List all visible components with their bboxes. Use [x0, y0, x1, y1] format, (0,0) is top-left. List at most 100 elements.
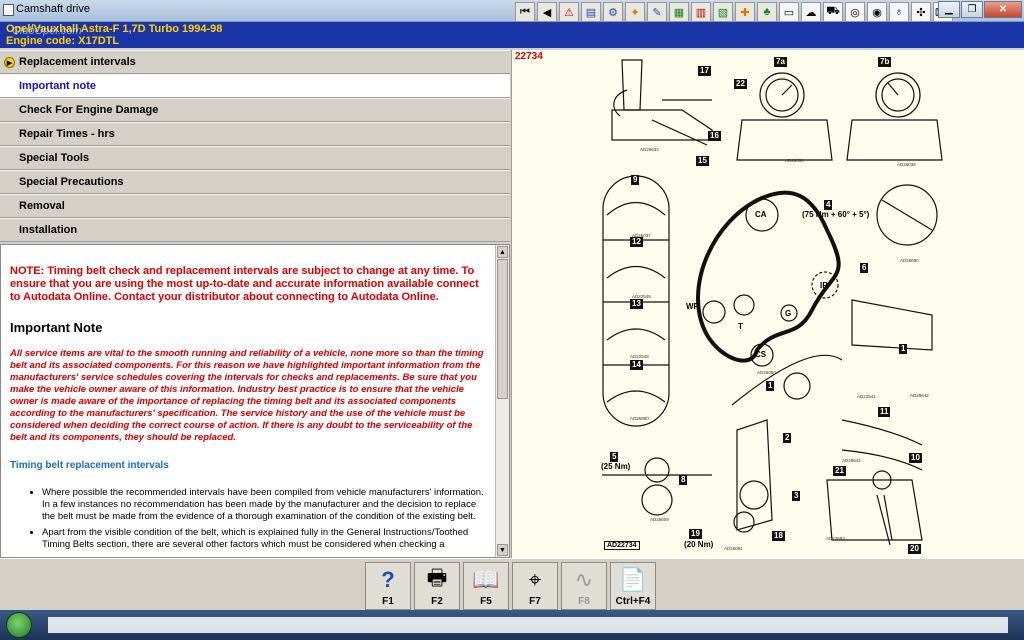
- diagram-drawing: [602, 59, 943, 546]
- callout-7a: 7a: [774, 57, 787, 67]
- callout-21: 21: [833, 466, 846, 476]
- fluid-icon[interactable]: ✎: [647, 2, 667, 22]
- nav-item-important-note[interactable]: Important note: [0, 74, 510, 98]
- drawing-code: AD26080: [757, 370, 776, 375]
- callout-1-left: 1: [766, 381, 775, 391]
- drawing-code: AD26090: [900, 258, 919, 263]
- nav-item-replacement-intervals[interactable]: ▶ Replacement intervals: [0, 50, 510, 74]
- drawing-code: AD22548: [630, 354, 649, 359]
- callout-2: 2: [783, 433, 792, 443]
- content-pane[interactable]: NOTE: Timing belt check and replacement …: [0, 244, 510, 558]
- bullet-list: Where possible the recommended intervals…: [10, 487, 490, 551]
- drawing-code: AD26880: [630, 416, 649, 421]
- nav-item-label: Important note: [19, 80, 96, 92]
- back-icon[interactable]: ◀: [537, 2, 557, 22]
- callout-13: 13: [630, 299, 643, 309]
- manual-button[interactable]: 📖 F5: [463, 562, 509, 610]
- nav-item-special-tools[interactable]: Special Tools: [0, 146, 510, 170]
- service-icon[interactable]: ▥: [691, 2, 711, 22]
- callout-4: 4: [824, 200, 833, 210]
- close-icon[interactable]: ✕: [984, 1, 1022, 18]
- nav-item-special-precautions[interactable]: Special Precautions: [0, 170, 510, 194]
- nav-item-installation[interactable]: Installation: [0, 218, 510, 242]
- chart-icon[interactable]: ▦: [669, 2, 689, 22]
- engine-icon[interactable]: ⚙: [603, 2, 623, 22]
- callout-12: 12: [630, 237, 643, 247]
- label-water-pump: WP: [686, 302, 699, 311]
- drawing-code: AD27693: [826, 536, 845, 541]
- callout-5: 5: [610, 452, 619, 462]
- callout-19: 19: [689, 529, 702, 539]
- torque-spec-4: (75 Nm + 60° + 5°): [802, 210, 870, 219]
- label-camshaft: CA: [755, 210, 767, 219]
- label-guide-pulley: G: [785, 309, 792, 318]
- figure-id: AD22734: [604, 541, 640, 550]
- function-key-bar: ? F1 🖶 F2 📖 F5 ⌖ F7 ∿ F8 📄 Ctrl+F4: [0, 558, 1024, 610]
- callout-22: 22: [734, 79, 747, 89]
- car-icon[interactable]: ♣: [757, 2, 777, 22]
- nav-item-label: Check For Engine Damage: [19, 104, 159, 116]
- torque-spec-19: (20 Nm): [684, 540, 714, 549]
- window-controls: ▁ ❐ ✕: [938, 1, 1022, 18]
- section-heading: Important Note: [10, 320, 103, 335]
- drawing-code: AD22541: [857, 394, 876, 399]
- callout-7b: 7b: [878, 57, 892, 67]
- zoom-button[interactable]: ⌖ F7: [512, 562, 558, 610]
- drawing-code: AD26091: [724, 546, 743, 551]
- nav-item-label: Installation: [19, 224, 78, 236]
- belt-button[interactable]: ∿ F8: [561, 562, 607, 610]
- drawing-code: AD26034: [785, 158, 804, 163]
- settings-icon[interactable]: ✣: [911, 2, 931, 22]
- help-button[interactable]: ? F1: [365, 562, 411, 610]
- callout-9: 9: [631, 175, 640, 185]
- minimize-icon[interactable]: ▁: [938, 1, 960, 18]
- callout-17: 17: [698, 66, 711, 76]
- wrench-icon[interactable]: ✚: [735, 2, 755, 22]
- brake-icon[interactable]: ◎: [845, 2, 865, 22]
- printer-icon: 🖶: [426, 565, 448, 590]
- content-body: NOTE: Timing belt check and replacement …: [10, 265, 490, 555]
- tyre-icon[interactable]: ◉: [867, 2, 887, 22]
- drawing-code: AD26609: [650, 517, 669, 522]
- current-section-arrow-icon: ▶: [4, 57, 15, 68]
- magnifier-icon: ⌖: [528, 567, 542, 592]
- taskbar: [0, 610, 1024, 640]
- scroll-up-icon[interactable]: ▲: [497, 246, 508, 258]
- vehicle-icon[interactable]: ⛟: [823, 2, 843, 22]
- toolbar: ⏮ ◀ ⚠ ▤ ⚙ ✦ ✎ ▦ ▥ ▧ ✚ ♣ ▭ ☁ ⛟ ◎ ◉ ♁ ✣ ⌨: [515, 2, 953, 22]
- tools-icon[interactable]: ✦: [625, 2, 645, 22]
- camera-icon[interactable]: ▭: [779, 2, 799, 22]
- close-document-button[interactable]: 📄 Ctrl+F4: [610, 562, 656, 610]
- label-crankshaft: CS: [755, 350, 767, 359]
- document-icon: 📄: [619, 567, 647, 592]
- warning-icon[interactable]: ⚠: [559, 2, 579, 22]
- callout-1-right: 1: [899, 344, 908, 354]
- drawing-code: AD26633: [640, 147, 659, 152]
- scroll-down-icon[interactable]: ▼: [497, 544, 508, 556]
- callout-6: 6: [860, 263, 869, 273]
- diagnostic-icon[interactable]: ▧: [713, 2, 733, 22]
- document-icon[interactable]: ▤: [581, 2, 601, 22]
- belt-icon: ∿: [574, 567, 594, 592]
- autodata-note: NOTE: Timing belt check and replacement …: [10, 265, 479, 303]
- label-tensioner: T: [738, 322, 743, 331]
- nav-item-label: Replacement intervals: [19, 56, 136, 68]
- drawing-code: AD26642: [842, 458, 861, 463]
- nav-item-repair-times[interactable]: Repair Times - hrs: [0, 122, 510, 146]
- vertical-scrollbar[interactable]: ▲ ▼: [495, 245, 509, 557]
- subsection-heading: Timing belt replacement intervals: [10, 460, 169, 471]
- lamp-icon[interactable]: ♁: [889, 2, 909, 22]
- restore-icon[interactable]: ❐: [961, 1, 983, 18]
- callout-16: 16: [708, 131, 721, 141]
- nav-item-check-engine-damage[interactable]: Check For Engine Damage: [0, 98, 510, 122]
- nav-item-label: Repair Times - hrs: [19, 128, 115, 140]
- print-button[interactable]: 🖶 F2: [414, 562, 460, 610]
- nav-item-removal[interactable]: Removal: [0, 194, 510, 218]
- start-button[interactable]: [6, 612, 32, 638]
- first-page-icon[interactable]: ⏮: [515, 2, 535, 22]
- scroll-thumb[interactable]: [497, 259, 508, 399]
- nav-item-label: Special Precautions: [19, 176, 124, 188]
- label-injection-pump: IP: [820, 281, 828, 290]
- callout-14: 14: [630, 360, 643, 370]
- cloud-icon[interactable]: ☁: [801, 2, 821, 22]
